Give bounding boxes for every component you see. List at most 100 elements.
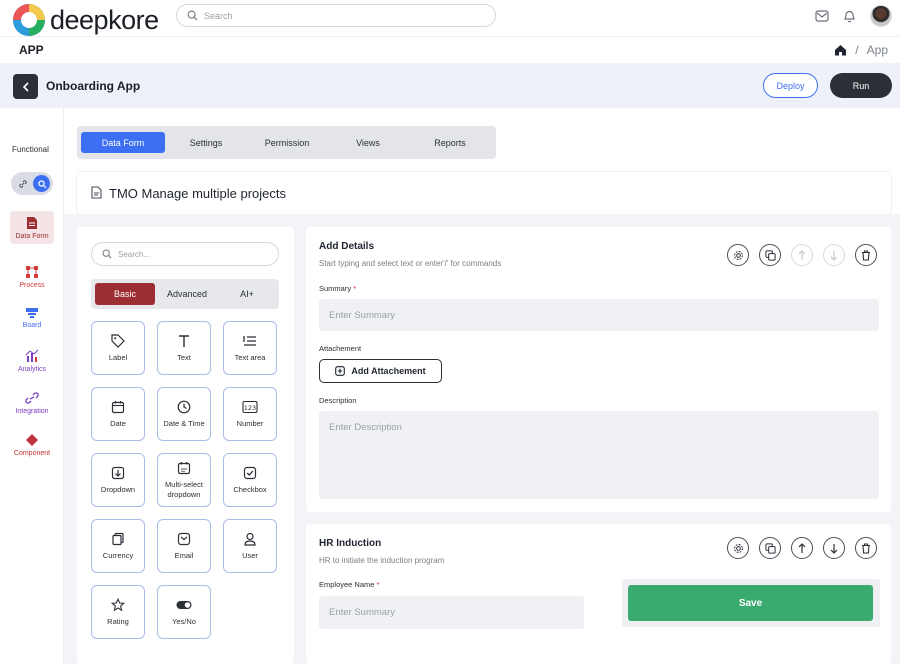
component-date-label: Date — [110, 419, 126, 428]
move-down-button[interactable] — [823, 537, 845, 559]
settings-button[interactable] — [727, 244, 749, 266]
tag-icon — [111, 334, 125, 348]
move-up-button[interactable] — [791, 244, 813, 266]
component-palette: Search... Basic Advanced AI+ Label Text … — [77, 227, 294, 664]
form-title-card: TMO Manage multiple projects — [77, 172, 891, 214]
user-icon — [244, 532, 256, 546]
component-currency[interactable]: Currency — [91, 519, 145, 573]
summary-label-text: Summary — [319, 284, 352, 293]
palette-tab-advanced[interactable]: Advanced — [157, 283, 217, 305]
duplicate-button[interactable] — [759, 244, 781, 266]
run-button[interactable]: Run — [830, 73, 892, 98]
move-down-button[interactable] — [823, 244, 845, 266]
sidebar-item-label: Analytics — [17, 366, 46, 373]
save-button[interactable]: Save — [628, 585, 873, 621]
component-rating-label: Rating — [107, 617, 129, 626]
component-text[interactable]: Text — [157, 321, 211, 375]
component-multiselect[interactable]: Multi-select dropdown — [157, 453, 211, 507]
component-currency-label: Currency — [102, 551, 134, 560]
email-icon — [177, 532, 191, 546]
settings-mode-icon[interactable] — [33, 175, 50, 192]
deploy-button[interactable]: Deploy — [763, 73, 818, 98]
tab-reports[interactable]: Reports — [409, 132, 491, 153]
breadcrumb-current[interactable]: App — [867, 43, 888, 57]
textarea-icon — [243, 336, 256, 346]
section-subtitle: Start typing and select text or enter'/'… — [319, 259, 502, 268]
tab-settings[interactable]: Settings — [167, 132, 245, 153]
component-email[interactable]: Email — [157, 519, 211, 573]
global-search-input[interactable]: Search — [176, 4, 496, 27]
trash-icon — [862, 542, 870, 554]
component-yes-no[interactable]: Yes/No — [157, 585, 211, 639]
sidebar-item-analytics[interactable]: Analytics — [10, 349, 54, 373]
component-textarea-label: Text area — [234, 353, 266, 362]
top-bar: deepkore Search — [0, 0, 900, 36]
section-title: HR Induction — [319, 538, 382, 549]
sidebar-item-data-form[interactable]: Data Form — [10, 211, 54, 244]
tab-views[interactable]: Views — [329, 132, 407, 153]
palette-tab-basic[interactable]: Basic — [95, 283, 155, 305]
arrow-down-icon — [830, 250, 838, 261]
summary-input[interactable]: Enter Summary — [319, 299, 879, 331]
component-checkbox[interactable]: Checkbox — [223, 453, 277, 507]
component-date[interactable]: Date — [91, 387, 145, 441]
sidebar-item-integration[interactable]: Integration — [10, 391, 54, 415]
dropdown-icon — [111, 466, 125, 480]
palette-tab-ai[interactable]: AI+ — [219, 283, 275, 305]
move-up-button[interactable] — [791, 537, 813, 559]
section-title: Add Details — [319, 241, 375, 252]
sidebar-item-label: Integration — [15, 408, 49, 415]
search-icon — [102, 249, 112, 259]
bell-icon[interactable] — [843, 9, 856, 23]
sidebar-item-board[interactable]: Board — [10, 307, 54, 329]
left-sidebar: Functional Data Form Process Board Analy… — [0, 108, 64, 664]
component-date-time[interactable]: Date & Time — [157, 387, 211, 441]
home-icon[interactable] — [834, 44, 847, 56]
component-dropdown[interactable]: Dropdown — [91, 453, 145, 507]
palette-search-placeholder: Search... — [118, 249, 151, 259]
employee-name-input[interactable]: Enter Summary — [319, 596, 584, 629]
component-user[interactable]: User — [223, 519, 277, 573]
svg-text:123: 123 — [244, 404, 256, 412]
tab-data-form[interactable]: Data Form — [81, 132, 165, 153]
app-header: Onboarding App Deploy Run — [0, 63, 900, 108]
add-attachment-button[interactable]: Add Attachement — [319, 359, 442, 383]
duplicate-button[interactable] — [759, 537, 781, 559]
palette-search-input[interactable]: Search... — [91, 242, 279, 266]
delete-button[interactable] — [855, 537, 877, 559]
component-textarea[interactable]: Text area — [223, 321, 277, 375]
delete-button[interactable] — [855, 244, 877, 266]
text-icon — [179, 335, 189, 347]
component-number[interactable]: 123 Number — [223, 387, 277, 441]
search-placeholder: Search — [204, 10, 233, 21]
arrow-down-icon — [830, 543, 838, 554]
sidebar-item-label: Process — [19, 282, 45, 289]
process-icon — [26, 266, 38, 278]
summary-placeholder: Enter Summary — [329, 310, 395, 321]
settings-button[interactable] — [727, 537, 749, 559]
sidebar-item-process[interactable]: Process — [10, 265, 54, 289]
brand-logo[interactable]: deepkore — [12, 3, 159, 37]
calendar-icon — [111, 401, 125, 414]
employee-name-label: Employee Name * — [319, 580, 379, 589]
mode-toggle[interactable] — [11, 172, 53, 195]
description-textarea[interactable]: Enter Description — [319, 411, 879, 499]
mail-icon[interactable] — [815, 10, 829, 22]
number-icon: 123 — [242, 400, 258, 414]
component-label[interactable]: Label — [91, 321, 145, 375]
save-container: Save — [622, 579, 880, 627]
back-button[interactable] — [13, 74, 38, 99]
analytics-icon — [25, 349, 39, 362]
section-actions — [727, 537, 877, 559]
link-icon[interactable] — [14, 175, 31, 192]
toggle-icon — [176, 601, 192, 609]
currency-icon — [112, 532, 124, 546]
app-label: APP — [19, 43, 44, 57]
sidebar-item-component[interactable]: Component — [10, 433, 54, 457]
user-avatar[interactable] — [870, 5, 892, 27]
tab-permission[interactable]: Permission — [247, 132, 327, 153]
component-rating[interactable]: Rating — [91, 585, 145, 639]
star-icon — [111, 598, 125, 612]
copy-icon — [764, 542, 776, 554]
employee-name-label-text: Employee Name — [319, 580, 375, 589]
